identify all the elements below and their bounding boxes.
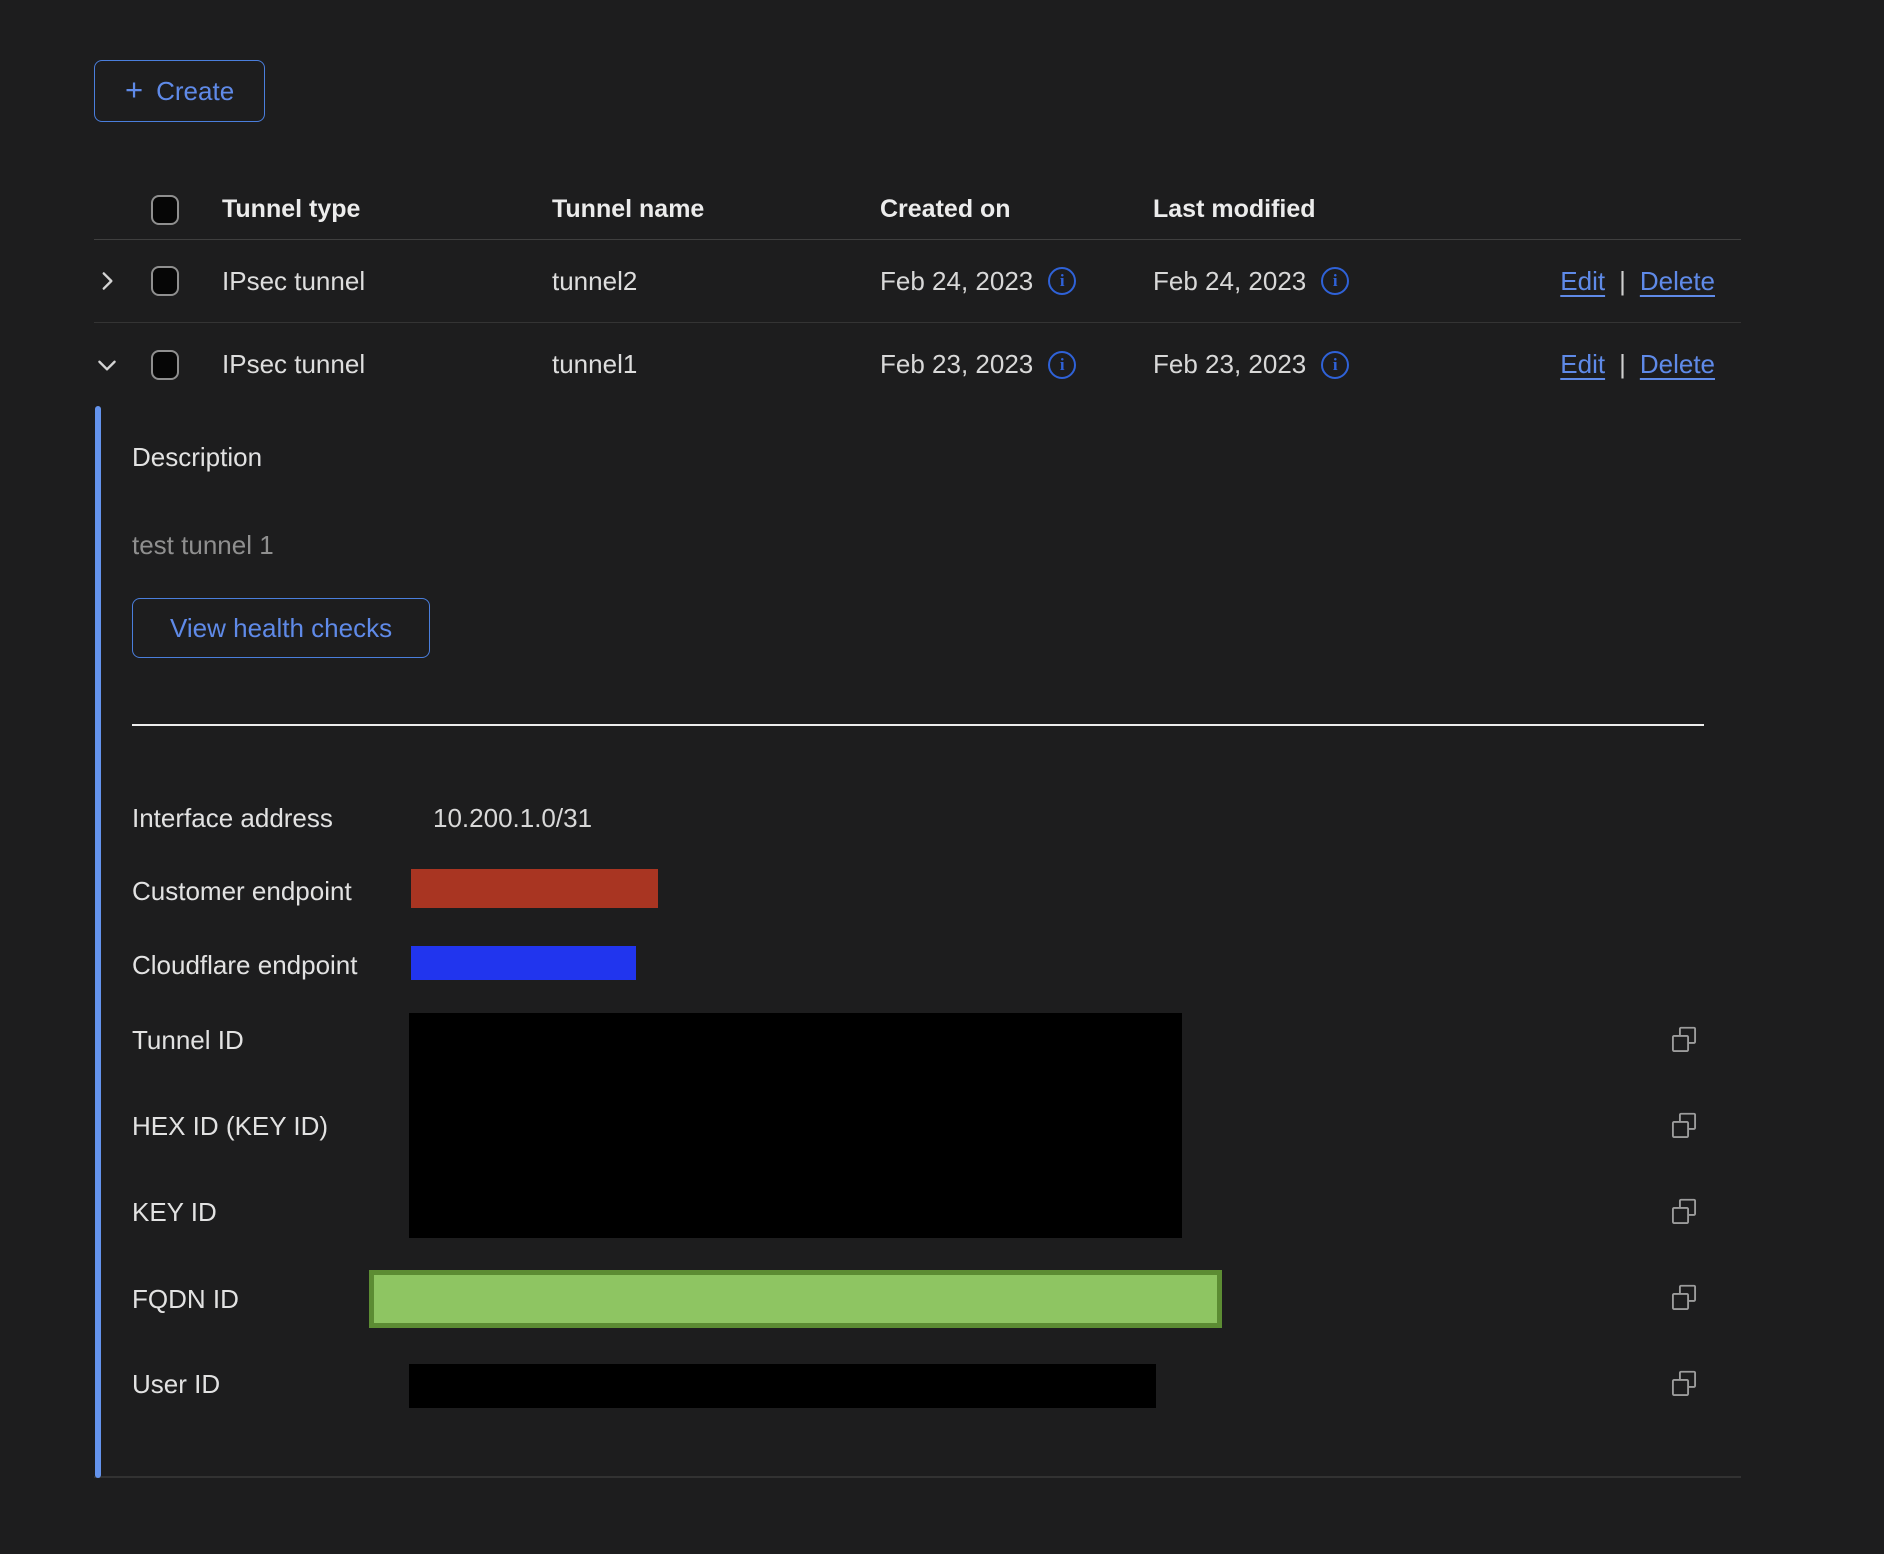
tunnel-type-cell: IPsec tunnel (222, 349, 552, 380)
field-label-key-id: KEY ID (132, 1197, 217, 1228)
field-label-tunnel-id: Tunnel ID (132, 1025, 244, 1056)
info-icon[interactable]: i (1048, 267, 1076, 295)
header-tunnel-name: Tunnel name (552, 195, 880, 224)
fqdn-id-redacted-value (369, 1270, 1222, 1328)
table-header-row: Tunnel type Tunnel name Created on Last … (94, 180, 1741, 240)
description-label: Description (132, 442, 262, 473)
header-tunnel-type: Tunnel type (222, 195, 552, 224)
info-icon[interactable]: i (1321, 351, 1349, 379)
delete-link[interactable]: Delete (1640, 349, 1715, 380)
edit-link[interactable]: Edit (1560, 266, 1605, 297)
plus-icon: + (125, 74, 143, 105)
copy-icon[interactable] (1670, 1370, 1698, 1398)
last-modified-value: Feb 23, 2023 (1153, 349, 1306, 380)
tunnel-name-cell: tunnel1 (552, 349, 880, 380)
description-value: test tunnel 1 (132, 530, 274, 561)
field-label-interface-address: Interface address (132, 803, 333, 834)
select-all-cell (151, 195, 222, 225)
interface-address-value: 10.200.1.0/31 (433, 803, 592, 834)
last-modified-value: Feb 24, 2023 (1153, 266, 1306, 297)
section-divider (132, 724, 1704, 726)
tunnels-page: + Create Tunnel type Tunnel name Created… (0, 0, 1884, 1554)
copy-icon[interactable] (1670, 1198, 1698, 1226)
copy-icon[interactable] (1670, 1026, 1698, 1054)
field-label-cloudflare-endpoint: Cloudflare endpoint (132, 950, 358, 981)
expanded-accent-bar (95, 406, 101, 1478)
field-label-hex-id: HEX ID (KEY ID) (132, 1111, 328, 1142)
create-button-label: Create (156, 76, 234, 107)
chevron-down-icon[interactable] (94, 352, 120, 378)
action-divider: | (1619, 266, 1626, 297)
edit-link[interactable]: Edit (1560, 349, 1605, 380)
field-label-user-id: User ID (132, 1369, 220, 1400)
info-icon[interactable]: i (1048, 351, 1076, 379)
delete-link[interactable]: Delete (1640, 266, 1715, 297)
user-id-redacted-value (409, 1364, 1156, 1408)
copy-icon[interactable] (1670, 1284, 1698, 1312)
copy-icon[interactable] (1670, 1112, 1698, 1140)
tunnels-table: Tunnel type Tunnel name Created on Last … (94, 180, 1741, 1478)
customer-endpoint-redacted-value (411, 869, 658, 908)
select-all-checkbox[interactable] (151, 195, 179, 225)
chevron-right-icon[interactable] (94, 268, 120, 294)
field-label-customer-endpoint: Customer endpoint (132, 876, 352, 907)
header-last-modified: Last modified (1153, 195, 1420, 224)
created-on-value: Feb 24, 2023 (880, 266, 1033, 297)
created-on-value: Feb 23, 2023 (880, 349, 1033, 380)
table-row: IPsec tunnel tunnel2 Feb 24, 2023 i Feb … (94, 240, 1741, 323)
info-icon[interactable]: i (1321, 267, 1349, 295)
header-created-on: Created on (880, 195, 1153, 224)
view-health-checks-button[interactable]: View health checks (132, 598, 430, 658)
create-button[interactable]: + Create (94, 60, 265, 122)
field-label-fqdn-id: FQDN ID (132, 1284, 239, 1315)
tunnel-type-cell: IPsec tunnel (222, 266, 552, 297)
ids-redacted-values (409, 1013, 1182, 1238)
tunnel-name-cell: tunnel2 (552, 266, 880, 297)
action-divider: | (1619, 349, 1626, 380)
row-checkbox[interactable] (151, 350, 179, 380)
cloudflare-endpoint-redacted-value (411, 946, 636, 980)
tunnel-detail-panel: Description test tunnel 1 View health ch… (94, 406, 1741, 1478)
table-row: IPsec tunnel tunnel1 Feb 23, 2023 i Feb … (94, 323, 1741, 406)
view-health-checks-label: View health checks (170, 613, 392, 644)
row-checkbox[interactable] (151, 266, 179, 296)
